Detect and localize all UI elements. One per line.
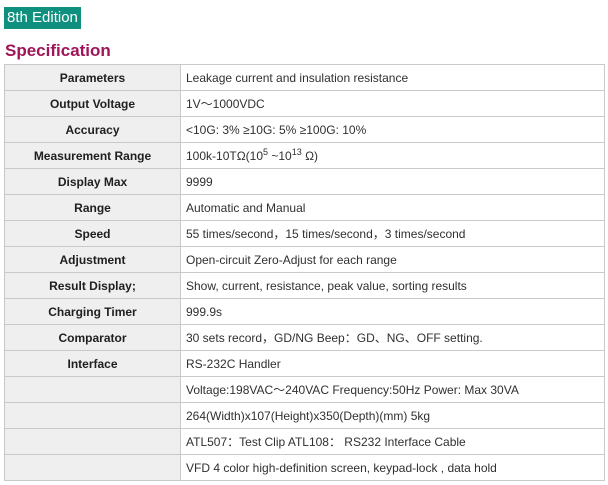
param-value: 30 sets record，GD/NG Beep：GD、NG、OFF sett… — [180, 324, 605, 351]
param-value: Automatic and Manual — [180, 194, 605, 221]
param-value: 1V～1000VDC — [180, 90, 605, 117]
param-label — [4, 428, 181, 455]
table-row: Result Display; Show, current, resistanc… — [4, 272, 605, 299]
param-label: Accuracy — [4, 116, 181, 143]
param-label: Comparator — [4, 324, 181, 351]
param-value: Leakage current and insulation resistanc… — [180, 64, 605, 91]
param-label — [4, 376, 181, 403]
param-label: Result Display; — [4, 272, 181, 299]
param-value: RS-232C Handler — [180, 350, 605, 377]
table-row: Accuracy <10G: 3% ≥10G: 5% ≥100G: 10% — [4, 116, 605, 143]
param-label — [4, 402, 181, 429]
range-exponent-high: 13 — [291, 146, 302, 157]
table-row: 264(Width)x107(Height)x350(Depth)(mm) 5k… — [4, 402, 605, 429]
specification-table: Parameters Leakage current and insulatio… — [4, 64, 605, 481]
param-value: 264(Width)x107(Height)x350(Depth)(mm) 5k… — [180, 402, 605, 429]
param-label: Charging Timer — [4, 298, 181, 325]
range-mid: ~10 — [268, 148, 292, 163]
param-label: Adjustment — [4, 246, 181, 273]
param-value: 9999 — [180, 168, 605, 195]
param-label: Range — [4, 194, 181, 221]
section-title: Specification — [5, 41, 111, 60]
param-value: 999.9s — [180, 298, 605, 325]
param-value: ATL507：Test Clip ATL108： RS232 Interface… — [180, 428, 605, 455]
table-row: Output Voltage 1V～1000VDC — [4, 90, 605, 117]
range-prefix: 100k-10TΩ(10 — [186, 148, 264, 163]
param-label: Measurement Range — [4, 142, 181, 169]
table-row: Comparator 30 sets record，GD/NG Beep：GD、… — [4, 324, 605, 351]
table-row: Parameters Leakage current and insulatio… — [4, 64, 605, 91]
range-suffix: Ω) — [301, 148, 319, 163]
param-label: Output Voltage — [4, 90, 181, 117]
table-row: ATL507：Test Clip ATL108： RS232 Interface… — [4, 428, 605, 455]
param-label: Parameters — [4, 64, 181, 91]
table-row: Charging Timer 999.9s — [4, 298, 605, 325]
table-row: Display Max 9999 — [4, 168, 605, 195]
table-row: Voltage:198VAC～240VAC Frequency:50Hz Pow… — [4, 376, 605, 403]
table-row: VFD 4 color high-definition screen, keyp… — [4, 454, 605, 481]
param-label — [4, 454, 181, 481]
param-value: Show, current, resistance, peak value, s… — [180, 272, 605, 299]
param-label: Speed — [4, 220, 181, 247]
param-value: Voltage:198VAC～240VAC Frequency:50Hz Pow… — [180, 376, 605, 403]
table-row: Measurement Range 100k-10TΩ(105 ~1013 Ω) — [4, 142, 605, 169]
param-value: Open-circuit Zero-Adjust for each range — [180, 246, 605, 273]
table-row: Speed 55 times/second，15 times/second，3 … — [4, 220, 605, 247]
param-value: <10G: 3% ≥10G: 5% ≥100G: 10% — [180, 116, 605, 143]
table-row: Adjustment Open-circuit Zero-Adjust for … — [4, 246, 605, 273]
param-value: 100k-10TΩ(105 ~1013 Ω) — [180, 142, 605, 169]
table-row: Interface RS-232C Handler — [4, 350, 605, 377]
param-label: Interface — [4, 350, 181, 377]
param-label: Display Max — [4, 168, 181, 195]
edition-label: 8th Edition — [4, 7, 81, 29]
table-row: Range Automatic and Manual — [4, 194, 605, 221]
param-value: VFD 4 color high-definition screen, keyp… — [180, 454, 605, 481]
param-value: 55 times/second，15 times/second，3 times/… — [180, 220, 605, 247]
